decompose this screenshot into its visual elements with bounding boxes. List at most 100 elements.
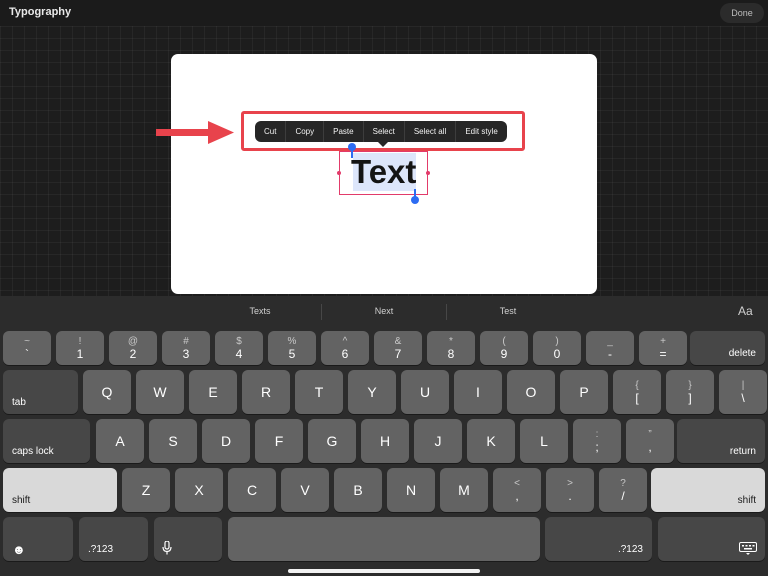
key-sym-r2-0[interactable]: {[ (613, 370, 661, 414)
key-u-label: U (419, 384, 431, 400)
key-h[interactable]: H (361, 419, 409, 463)
text-object[interactable]: Text (351, 152, 416, 192)
key-o-label: O (525, 384, 537, 400)
key-4[interactable]: $4 (215, 331, 263, 365)
key-12-label: = (659, 347, 667, 361)
key-7[interactable]: & 7 (374, 331, 422, 365)
key-10[interactable]: ) 0 (533, 331, 581, 365)
done-button[interactable]: Done (720, 3, 764, 23)
key-sym-r4-0-label: , (515, 489, 519, 503)
key-0[interactable]: ~ ` (3, 331, 51, 365)
key-sym-r3-1[interactable]: ”, (626, 419, 674, 463)
shift-key-left[interactable]: shift (3, 468, 117, 512)
context-menu: Cut Copy Paste Select Select all Edit st… (255, 121, 507, 147)
emoji-key[interactable]: ☻ (3, 517, 73, 561)
suggestion-1[interactable]: Texts (200, 296, 320, 326)
shift-right-label: shift (737, 495, 756, 506)
key-u[interactable]: U (401, 370, 449, 414)
key-2[interactable]: @2 (109, 331, 157, 365)
key-b[interactable]: B (334, 468, 382, 512)
key-e[interactable]: E (189, 370, 237, 414)
key-j[interactable]: J (414, 419, 462, 463)
key-sym-r3-0[interactable]: :; (573, 419, 621, 463)
tab-key[interactable]: tab (3, 370, 78, 414)
key-n[interactable]: N (387, 468, 435, 512)
key-1-label: 1 (76, 347, 84, 361)
key-c[interactable]: C (228, 468, 276, 512)
return-key-label: return (729, 446, 756, 457)
key-6-label: 6 (341, 347, 349, 361)
return-key[interactable]: return (677, 419, 765, 463)
key-s[interactable]: S (149, 419, 197, 463)
key-l[interactable]: L (520, 419, 568, 463)
menu-item-paste[interactable]: Paste (323, 121, 362, 142)
key-7-label: 7 (394, 347, 402, 361)
key-3[interactable]: #3 (162, 331, 210, 365)
key-5-label: 5 (288, 347, 296, 361)
numbers-key-left[interactable]: .?123 (79, 517, 148, 561)
delete-key[interactable]: delete (690, 331, 765, 365)
key-4-label: 4 (235, 347, 243, 361)
text-format-button[interactable]: Aa (738, 296, 753, 326)
key-11[interactable]: _ - (586, 331, 634, 365)
menu-item-cut[interactable]: Cut (255, 121, 285, 142)
key-z-label: Z (141, 482, 151, 498)
key-d-label: D (220, 433, 232, 449)
key-sym-r2-1[interactable]: }] (666, 370, 714, 414)
key-p[interactable]: P (560, 370, 608, 414)
key-a-label: A (115, 433, 125, 449)
key-q-label: Q (101, 384, 113, 400)
key-sym-r2-2[interactable]: | \ (719, 370, 767, 414)
keyboard-dismiss-key[interactable] (658, 517, 765, 561)
key-sym-r4-0[interactable]: <, (493, 468, 541, 512)
key-n-label: N (405, 482, 417, 498)
key-5[interactable]: % 5 (268, 331, 316, 365)
key-9[interactable]: (9 (480, 331, 528, 365)
home-indicator[interactable] (288, 569, 480, 573)
key-6[interactable]: ^ 6 (321, 331, 369, 365)
key-f[interactable]: F (255, 419, 303, 463)
key-d[interactable]: D (202, 419, 250, 463)
key-z[interactable]: Z (122, 468, 170, 512)
key-x[interactable]: X (175, 468, 223, 512)
menu-item-copy[interactable]: Copy (285, 121, 323, 142)
key-b-label: B (353, 482, 363, 498)
resize-handle-right[interactable] (426, 171, 430, 175)
suggestion-2[interactable]: Next (324, 296, 444, 326)
key-q[interactable]: Q (83, 370, 131, 414)
key-y[interactable]: Y (348, 370, 396, 414)
key-k[interactable]: K (467, 419, 515, 463)
key-v[interactable]: V (281, 468, 329, 512)
page-title: Typography (9, 6, 72, 18)
key-8-label: 8 (447, 347, 455, 361)
key-i[interactable]: I (454, 370, 502, 414)
menu-item-edit-style[interactable]: Edit style (455, 121, 506, 142)
shift-key-right[interactable]: shift (651, 468, 765, 512)
key-8[interactable]: * 8 (427, 331, 475, 365)
key-sym-r4-1[interactable]: >. (546, 468, 594, 512)
menu-item-select[interactable]: Select (362, 121, 404, 142)
key-m[interactable]: M (440, 468, 488, 512)
space-bar[interactable] (228, 517, 540, 561)
key-w[interactable]: W (136, 370, 184, 414)
resize-handle-left[interactable] (337, 171, 341, 175)
key-o[interactable]: O (507, 370, 555, 414)
numbers-key-right[interactable]: .?123 (545, 517, 652, 561)
key-j-label: J (434, 433, 442, 449)
caps-lock-label: caps lock (12, 446, 54, 457)
selection-end-handle[interactable] (411, 196, 419, 204)
menu-item-select-all[interactable]: Select all (403, 121, 455, 142)
key-1[interactable]: ! 1 (56, 331, 104, 365)
keyboard-dismiss-icon (739, 542, 757, 555)
key-g[interactable]: G (308, 419, 356, 463)
key-a[interactable]: A (96, 419, 144, 463)
key-sym-r4-2[interactable]: ? / (599, 468, 647, 512)
dictation-key[interactable] (154, 517, 222, 561)
key-t[interactable]: T (295, 370, 343, 414)
suggestion-3[interactable]: Test (448, 296, 568, 326)
key-y-label: Y (367, 384, 377, 400)
key-12[interactable]: + = (639, 331, 687, 365)
key-r[interactable]: R (242, 370, 290, 414)
caps-lock-key[interactable]: caps lock (3, 419, 90, 463)
key-sym-r2-1-label: ] (688, 391, 692, 405)
